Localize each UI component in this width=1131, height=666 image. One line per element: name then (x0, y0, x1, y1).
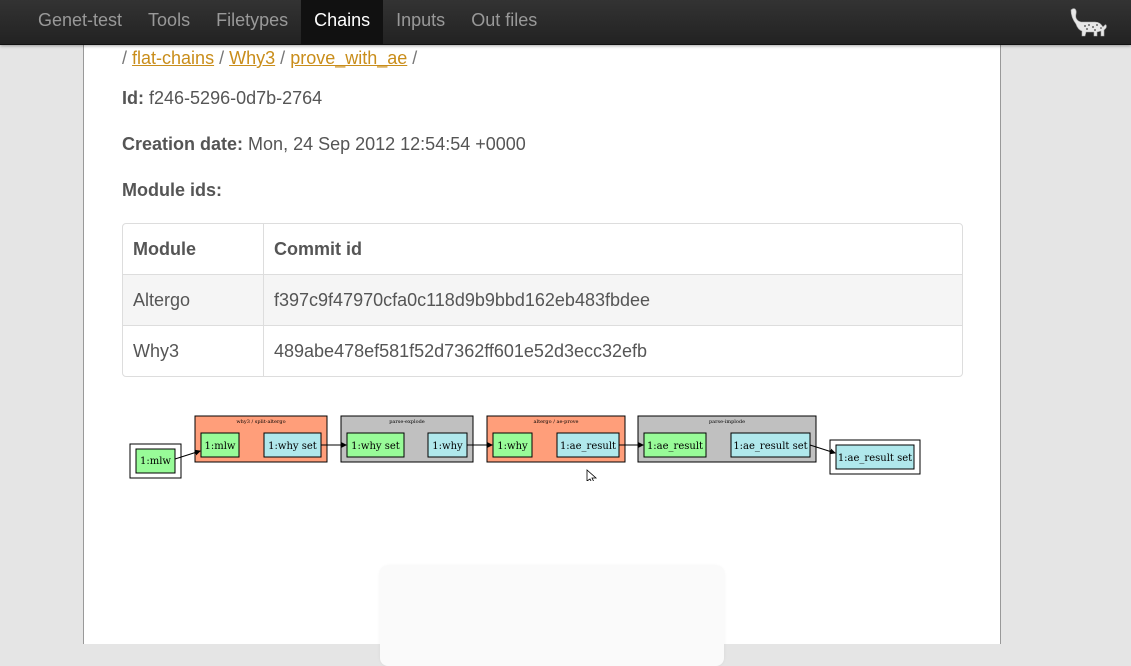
graph-port-label: 1:why set (268, 441, 317, 452)
breadcrumb-separator: / (280, 48, 286, 68)
graph-cluster-title: why3 / split-altergo (236, 419, 285, 425)
main-content: / flat-chains / Why3 / prove_with_ae / I… (83, 44, 1001, 666)
table-row: Altergo f397c9f47970cfa0c118d9b9bbd162eb… (123, 274, 962, 326)
top-navbar: Genet-test Tools Filetypes Chains Inputs… (0, 0, 1131, 45)
module-ids-heading: Module ids: (122, 180, 222, 201)
nav-item-inputs[interactable]: Inputs (383, 0, 458, 44)
creation-date-value: Mon, 24 Sep 2012 12:54:54 +0000 (248, 134, 526, 154)
graph-port-label: 1:why (497, 441, 528, 452)
graph-port-label: 1:ae_result set (733, 441, 807, 452)
creation-date-label: Creation date: (122, 134, 244, 154)
graph-port-label: 1:ae_result (560, 441, 616, 452)
id-label: Id: (122, 88, 144, 108)
creation-date-row: Creation date: Mon, 24 Sep 2012 12:54:54… (122, 134, 526, 155)
breadcrumb: / flat-chains / Why3 / prove_with_ae / (122, 48, 417, 69)
graph-cluster-title: parse-implode (709, 419, 745, 425)
module-ids-label: Module ids: (122, 180, 222, 200)
module-name-cell: Altergo (123, 274, 264, 326)
table-header-row: Module Commit id (123, 224, 962, 275)
graph-cluster-title: altergo / ae-prove (533, 419, 578, 425)
module-name-cell: Why3 (123, 325, 264, 376)
module-table: Module Commit id Altergo f397c9f47970cfa… (122, 223, 963, 377)
commit-id-cell: 489abe478ef581f52d7362ff601e52d3ecc32efb (263, 325, 962, 376)
chain-graph[interactable]: 1:mlw why3 / split-altergo 1:mlw 1:why s… (128, 411, 928, 481)
nav-item-filetypes[interactable]: Filetypes (203, 0, 301, 44)
leopard-logo-icon[interactable] (1068, 6, 1108, 40)
breadcrumb-link-flat-chains[interactable]: flat-chains (132, 48, 214, 68)
breadcrumb-link-why3[interactable]: Why3 (229, 48, 275, 68)
graph-port-label: 1:ae_result (647, 441, 703, 452)
hand-cursor-icon (586, 469, 598, 481)
column-header-module: Module (133, 238, 196, 259)
table-row: Why3 489abe478ef581f52d7362ff601e52d3ecc… (123, 325, 962, 376)
graph-port-label: 1:why (432, 441, 463, 452)
id-row: Id: f246-5296-0d7b-2764 (122, 88, 322, 109)
column-header-commit-id: Commit id (263, 224, 962, 275)
loading-placeholder (380, 566, 724, 666)
breadcrumb-link-prove-with-ae[interactable]: prove_with_ae (290, 48, 407, 68)
id-value: f246-5296-0d7b-2764 (149, 88, 323, 108)
breadcrumb-separator: / (412, 48, 418, 68)
graph-input-label: 1:mlw (140, 456, 171, 467)
graph-output-label: 1:ae_result set (838, 453, 912, 464)
nav-item-out-files[interactable]: Out files (458, 0, 550, 44)
nav-item-chains[interactable]: Chains (301, 0, 384, 44)
graph-cluster-title: parse-explode (389, 419, 425, 425)
breadcrumb-separator: / (122, 48, 128, 68)
breadcrumb-separator: / (219, 48, 225, 68)
nav-menu: Genet-test Tools Filetypes Chains Inputs… (25, 0, 550, 44)
graph-port-label: 1:why set (351, 441, 400, 452)
commit-id-cell: f397c9f47970cfa0c118d9b9bbd162eb483fbdee (263, 274, 962, 326)
nav-item-tools[interactable]: Tools (135, 0, 203, 44)
graph-port-label: 1:mlw (205, 441, 236, 452)
nav-item-genet-test[interactable]: Genet-test (25, 0, 135, 44)
